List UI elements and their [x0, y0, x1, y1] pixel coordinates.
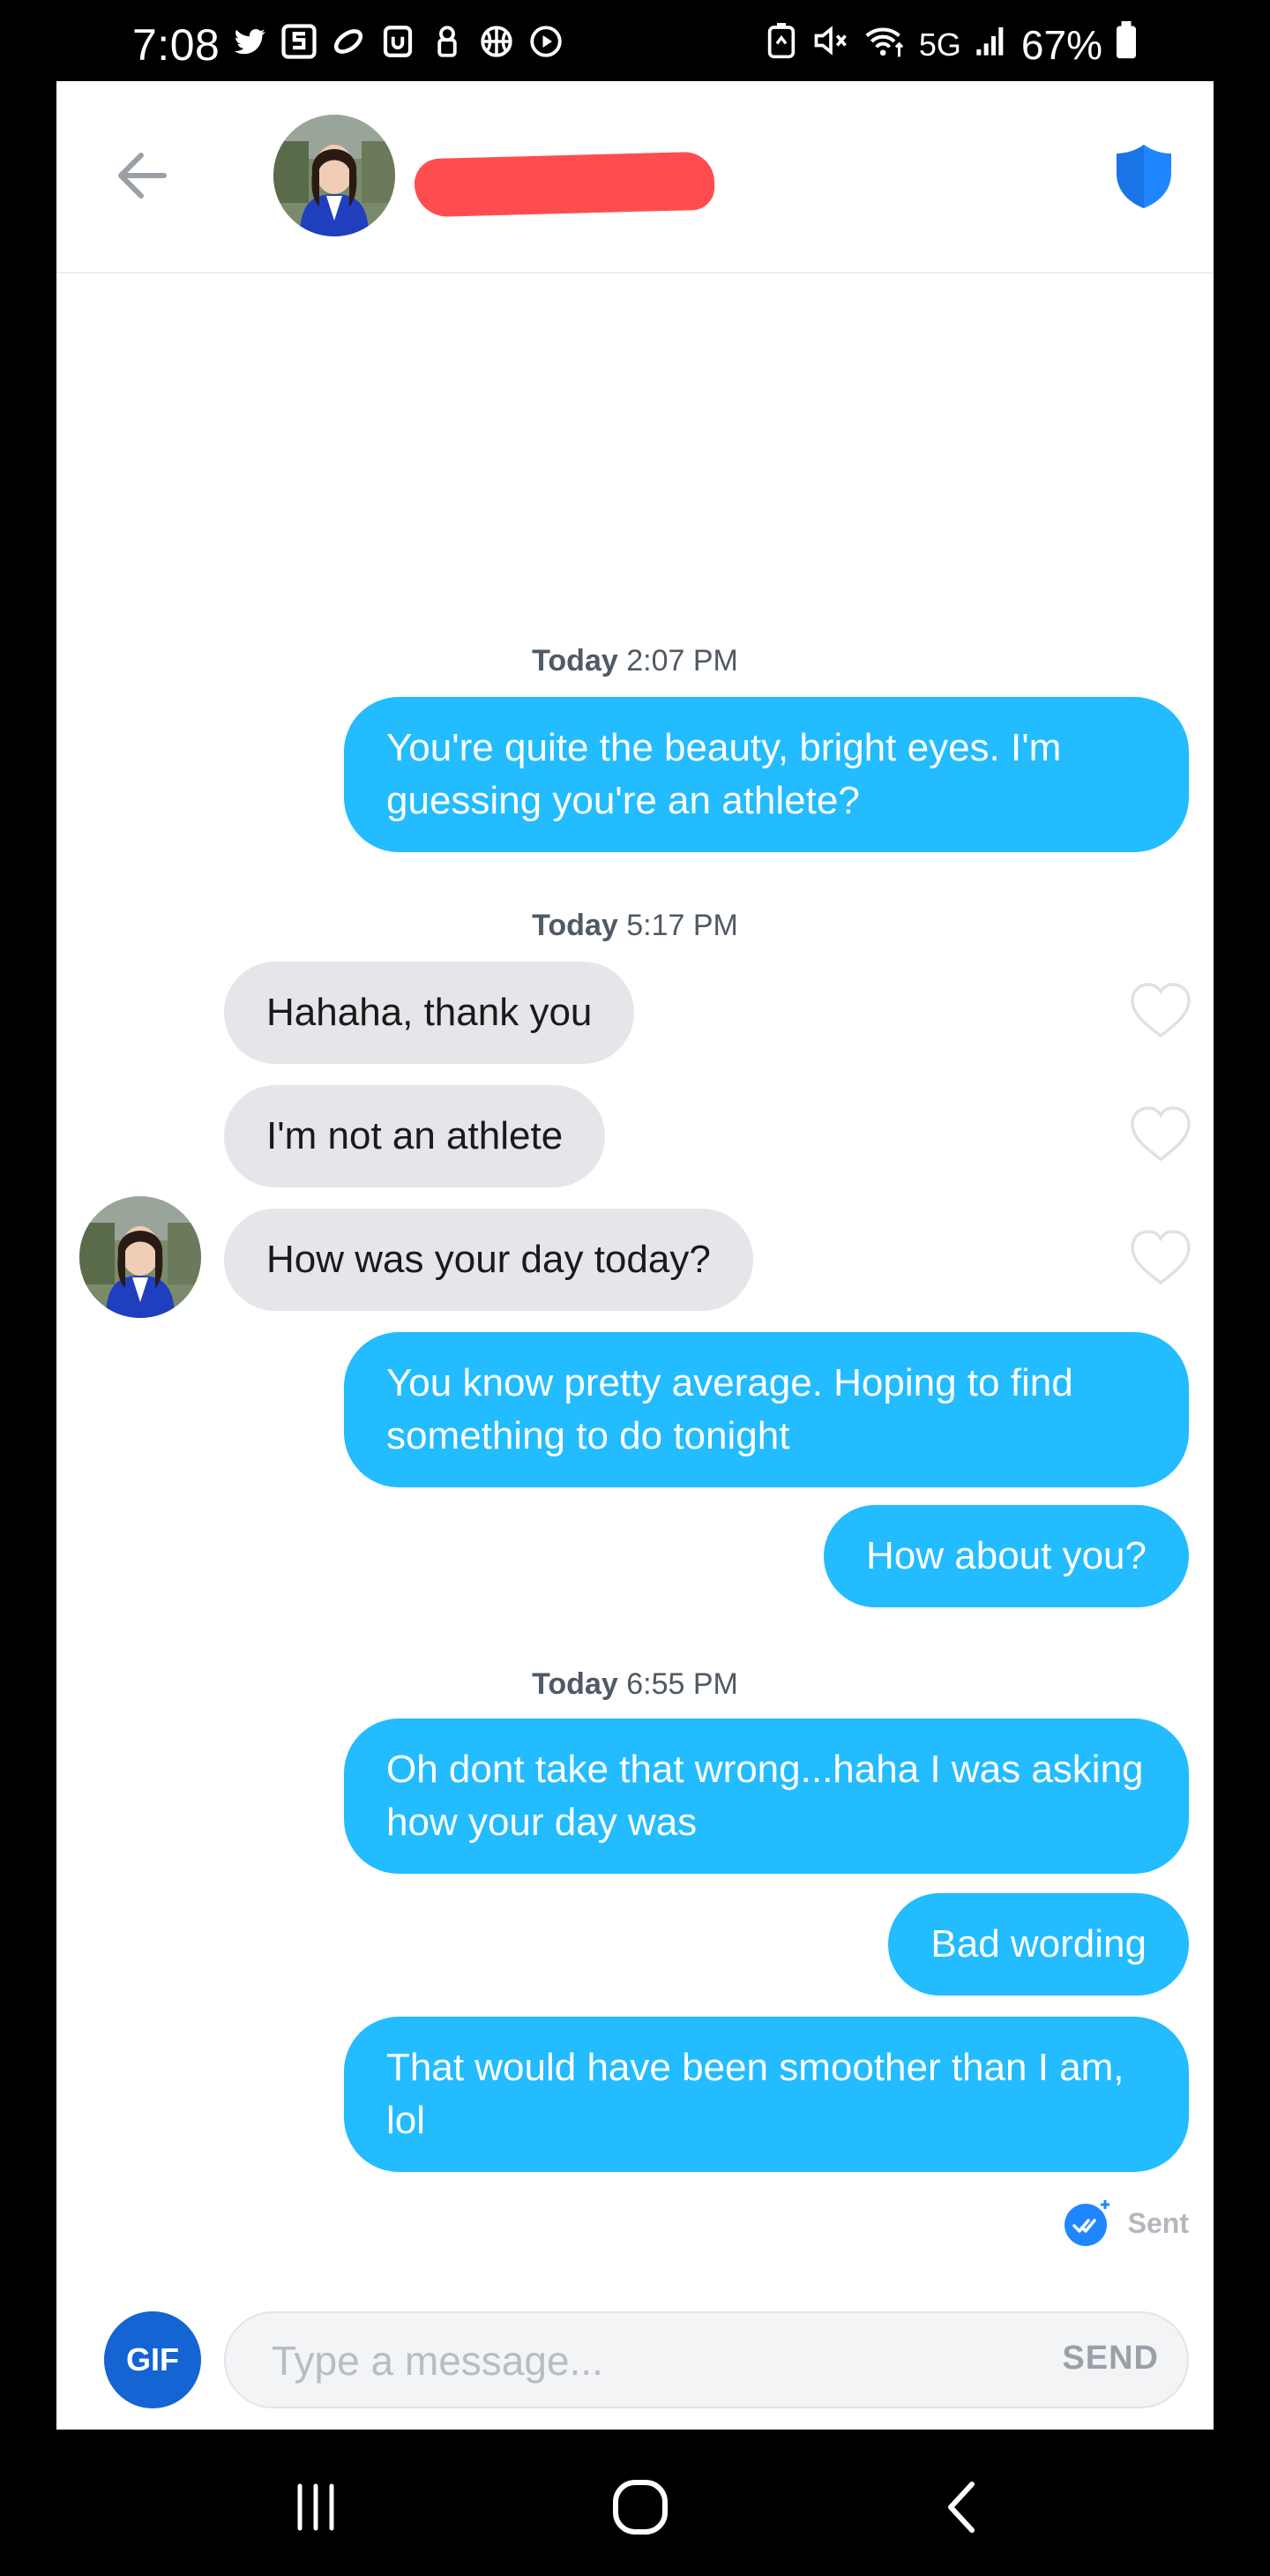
battery-saver-icon	[764, 21, 799, 69]
message-bubble-outgoing[interactable]: How about you?	[824, 1505, 1189, 1607]
shield-icon	[1117, 145, 1171, 208]
shield-app-icon	[379, 23, 416, 60]
message-input[interactable]	[272, 2329, 995, 2393]
like-message-button[interactable]	[1129, 1105, 1192, 1163]
message-bubble-outgoing[interactable]: That would have been smoother than I am,…	[344, 2017, 1189, 2172]
message-bubble-incoming[interactable]: How was your day today?	[224, 1209, 753, 1311]
timestamp-time: 6:55 PM	[626, 1667, 738, 1701]
play-icon	[527, 23, 564, 60]
message-bubble-outgoing[interactable]: You're quite the beauty, bright eyes. I'…	[344, 697, 1189, 852]
like-message-button[interactable]	[1129, 1228, 1192, 1286]
network-type: 5G	[918, 26, 961, 63]
delivery-status: Sent	[1063, 2198, 1189, 2248]
sent-label: Sent	[1127, 2206, 1189, 2239]
signal-icon	[974, 23, 1009, 67]
heart-icon	[1131, 1106, 1191, 1162]
back-button[interactable]	[111, 145, 173, 206]
message-bubble-outgoing[interactable]: Oh dont take that wrong...haha I was ask…	[344, 1719, 1189, 1874]
battery-percent: 67%	[1020, 22, 1102, 68]
contact-avatar[interactable]	[79, 1196, 201, 1318]
message-composer: SEND	[224, 2311, 1189, 2408]
message-bubble-incoming[interactable]: Hahaha, thank you	[224, 962, 635, 1064]
timestamp: Today 5:17 PM	[56, 909, 1214, 943]
link-icon	[330, 23, 367, 60]
timestamp-time: 5:17 PM	[626, 909, 738, 942]
back-icon	[948, 2482, 975, 2533]
twitter-icon	[231, 23, 268, 60]
message-bubble-incoming[interactable]: I'm not an athlete	[224, 1085, 606, 1187]
timestamp-day: Today	[532, 1667, 618, 1701]
system-icons: 5G 67%	[764, 21, 1138, 69]
gif-button[interactable]: GIF	[104, 2311, 201, 2408]
timestamp: Today 2:07 PM	[56, 644, 1214, 678]
status-bar: 7:08 5G 67%	[0, 0, 1270, 81]
recent-apps-button[interactable]	[280, 2472, 351, 2542]
heart-icon	[1131, 983, 1191, 1038]
basketball-icon	[478, 23, 515, 60]
timestamp: Today 6:55 PM	[56, 1667, 1214, 1702]
safety-button[interactable]	[1113, 143, 1175, 210]
contact-avatar[interactable]	[273, 115, 395, 236]
battery-icon	[1115, 21, 1138, 69]
arrow-left-icon	[118, 153, 167, 198]
timestamp-time: 2:07 PM	[626, 644, 738, 678]
message-bubble-outgoing[interactable]: You know pretty average. Hoping to find …	[344, 1332, 1189, 1487]
redacted-name-mark	[414, 151, 715, 218]
send-button[interactable]: SEND	[1062, 2340, 1159, 2378]
phone-screen: 7:08 5G 67% Today 2:07 PM You're quite t…	[0, 0, 1270, 2576]
recent-apps-icon	[297, 2483, 334, 2531]
nav-back-button[interactable]	[928, 2472, 998, 2542]
s-app-icon	[280, 23, 318, 60]
timestamp-day: Today	[532, 909, 618, 942]
system-nav-bar	[0, 2430, 1270, 2576]
double-check-icon	[1064, 2200, 1109, 2246]
lock-icon	[429, 23, 466, 60]
chat-screen: Today 2:07 PM You're quite the beauty, b…	[56, 81, 1214, 2430]
message-bubble-outgoing[interactable]: Bad wording	[888, 1893, 1189, 1996]
home-button[interactable]	[605, 2472, 676, 2542]
notification-icons	[231, 23, 564, 60]
wifi-icon	[863, 21, 907, 69]
home-icon	[613, 2480, 668, 2535]
chat-header	[56, 81, 1214, 273]
timestamp-day: Today	[532, 644, 618, 678]
heart-icon	[1131, 1230, 1191, 1285]
like-message-button[interactable]	[1129, 981, 1192, 1039]
mute-icon	[811, 21, 850, 69]
status-time: 7:08	[132, 20, 220, 70]
